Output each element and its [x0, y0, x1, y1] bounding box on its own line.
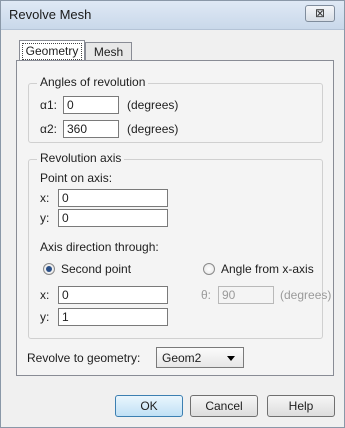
radio-selected-dot: [46, 266, 52, 272]
revolution-axis-group: Revolution axis Point on axis: x: y: Axi…: [28, 151, 331, 339]
angles-group-title: Angles of revolution: [37, 75, 149, 89]
second-point-label: Second point: [61, 262, 132, 276]
revolution-axis-title: Revolution axis: [37, 151, 125, 165]
second-point-radio[interactable]: [43, 263, 55, 275]
alpha1-label: α1:: [40, 98, 57, 112]
direction-x-label: x:: [40, 288, 50, 302]
point-x-field[interactable]: [58, 189, 168, 207]
point-x-label: x:: [40, 191, 50, 205]
cancel-button[interactable]: Cancel: [190, 395, 258, 417]
point-y-label: y:: [40, 211, 50, 225]
point-on-axis-label: Point on axis:: [40, 171, 113, 185]
direction-y-field[interactable]: [58, 308, 168, 326]
alpha2-label: α2:: [40, 122, 57, 136]
ok-button[interactable]: OK: [115, 395, 183, 417]
help-button[interactable]: Help: [267, 395, 335, 417]
chevron-down-icon: [227, 356, 235, 361]
title-bar: Revolve Mesh ⊠: [1, 1, 344, 30]
angles-group: Angles of revolution α1: (degrees) α2: (…: [28, 75, 323, 143]
geometry-tab-panel: Angles of revolution α1: (degrees) α2: (…: [16, 60, 334, 376]
alpha2-field[interactable]: [63, 120, 119, 138]
window-title: Revolve Mesh: [9, 7, 92, 22]
point-y-field[interactable]: [58, 209, 168, 227]
direction-y-label: y:: [40, 310, 50, 324]
revolve-to-geometry-label: Revolve to geometry:: [27, 351, 141, 365]
close-button[interactable]: ⊠: [305, 5, 335, 22]
revolve-to-geometry-value: Geom2: [162, 351, 202, 365]
theta-units: (degrees): [280, 288, 332, 302]
revolve-to-geometry-select[interactable]: Geom2: [156, 347, 244, 368]
tab-geometry-label: Geometry: [22, 43, 82, 60]
axis-direction-label: Axis direction through:: [40, 240, 159, 254]
tab-geometry[interactable]: Geometry: [19, 40, 85, 62]
direction-x-field[interactable]: [58, 286, 168, 304]
theta-field[interactable]: [218, 286, 274, 304]
angle-from-x-axis-radio[interactable]: [203, 263, 215, 275]
alpha1-field[interactable]: [63, 96, 119, 114]
angle-from-x-axis-label: Angle from x-axis: [221, 262, 314, 276]
tab-mesh[interactable]: Mesh: [85, 42, 132, 62]
alpha2-units: (degrees): [127, 122, 179, 136]
close-icon: ⊠: [314, 6, 326, 20]
revolve-mesh-dialog: Revolve Mesh ⊠ Geometry Mesh Angles of r…: [0, 0, 345, 428]
theta-label: θ:: [201, 288, 212, 302]
alpha1-units: (degrees): [127, 98, 179, 112]
